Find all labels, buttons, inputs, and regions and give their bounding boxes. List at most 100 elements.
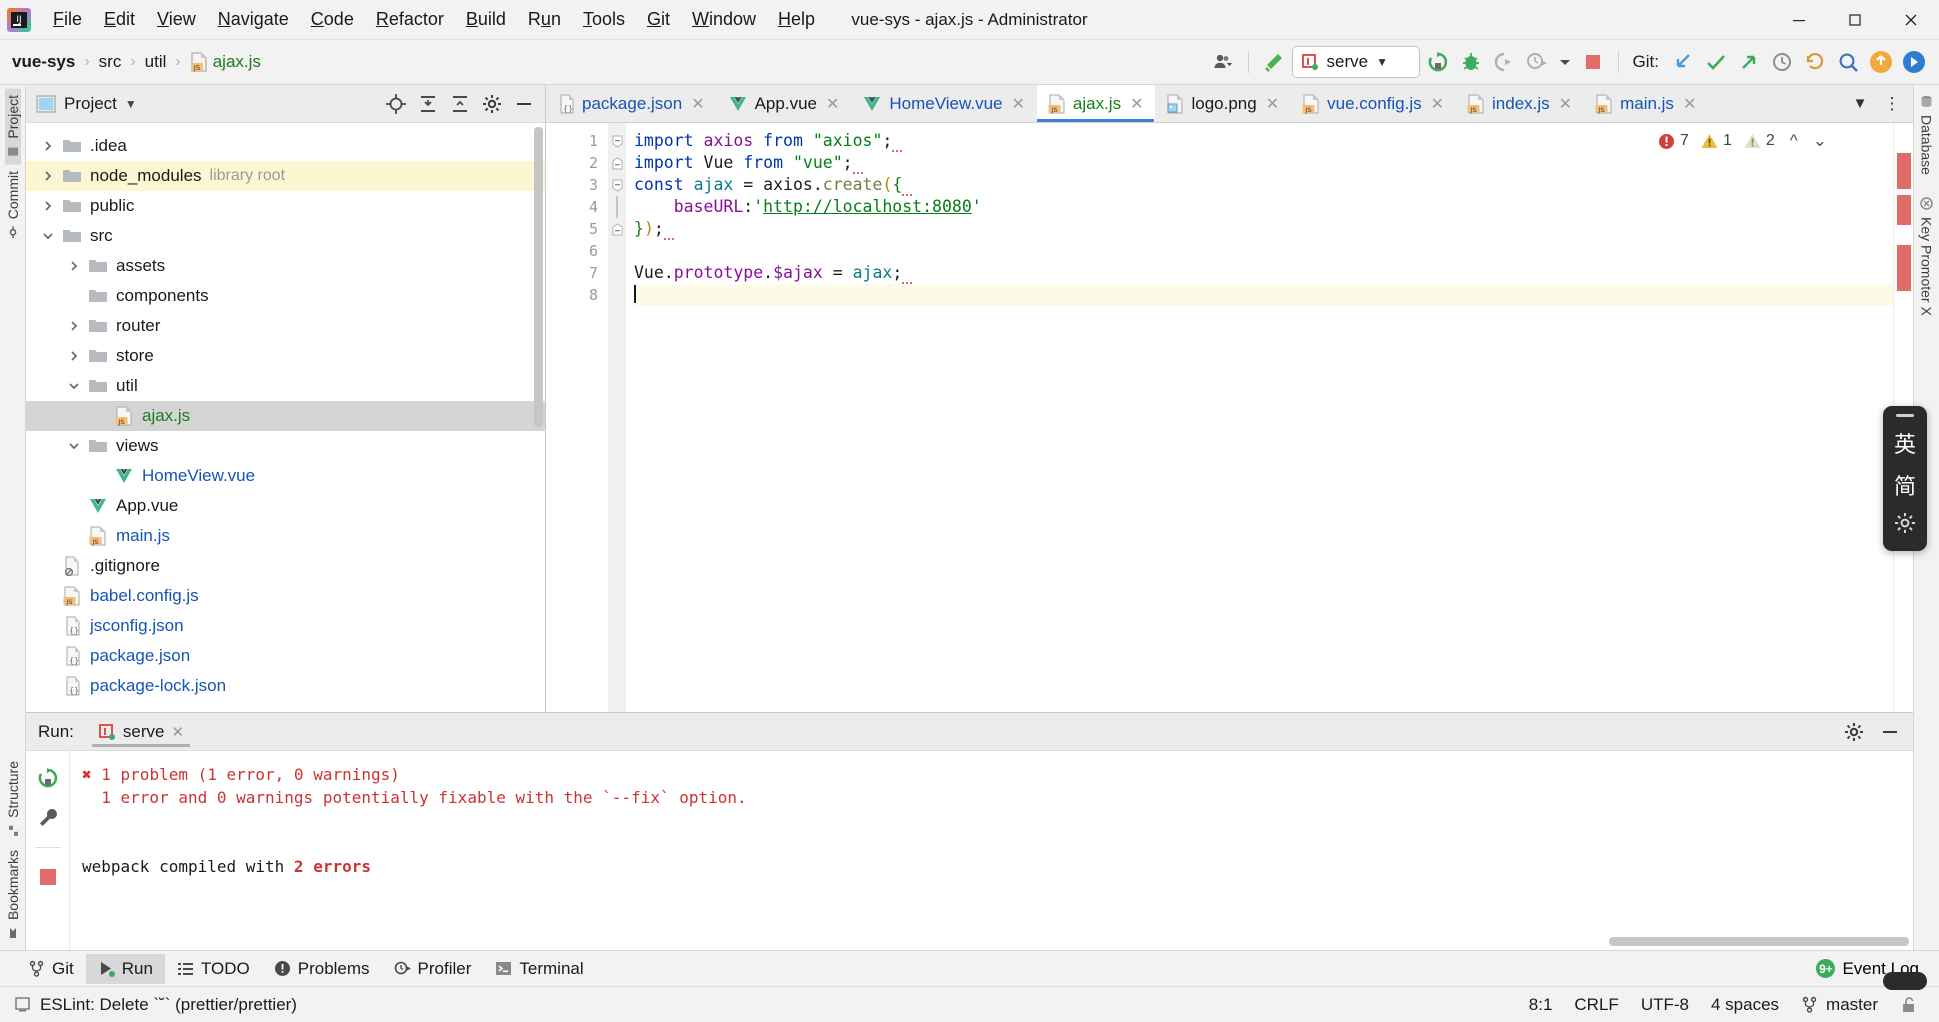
- bottom-tab-profiler[interactable]: Profiler: [382, 954, 484, 984]
- menu-item-view[interactable]: View: [146, 5, 207, 34]
- tree-row[interactable]: util: [26, 371, 545, 401]
- tree-row[interactable]: router: [26, 311, 545, 341]
- close-icon[interactable]: ✕: [1559, 94, 1572, 114]
- chevron-right-icon[interactable]: [36, 139, 60, 153]
- stop-icon[interactable]: [33, 862, 63, 892]
- locate-file-icon[interactable]: [381, 89, 411, 119]
- bottom-tab-todo[interactable]: TODO: [165, 954, 262, 984]
- notifications-icon[interactable]: [1866, 47, 1896, 77]
- tree-row[interactable]: HomeView.vue: [26, 461, 545, 491]
- expand-all-icon[interactable]: [413, 89, 443, 119]
- ime-drag-handle[interactable]: [1896, 414, 1914, 417]
- chevron-right-icon[interactable]: [62, 319, 86, 333]
- editor-tab[interactable]: JS main.js ✕: [1584, 85, 1708, 122]
- rollback-icon[interactable]: [1800, 47, 1830, 77]
- caret-position[interactable]: 8:1: [1529, 995, 1553, 1015]
- git-branch-widget[interactable]: master: [1801, 995, 1878, 1015]
- bottom-tab-terminal[interactable]: Terminal: [483, 954, 595, 984]
- tree-row[interactable]: App.vue: [26, 491, 545, 521]
- close-icon[interactable]: ✕: [826, 94, 839, 114]
- hide-panel-icon[interactable]: [1875, 717, 1905, 747]
- ime-language-label[interactable]: 英: [1894, 427, 1916, 459]
- menu-item-window[interactable]: Window: [681, 5, 767, 34]
- bottom-tab-problems[interactable]: Problems: [262, 954, 382, 984]
- settings-gear-icon[interactable]: [1839, 717, 1869, 747]
- history-icon[interactable]: [1767, 47, 1797, 77]
- ime-mode-label[interactable]: 简: [1894, 469, 1916, 501]
- tree-row[interactable]: assets: [26, 251, 545, 281]
- close-icon[interactable]: ✕: [172, 723, 185, 741]
- tree-row[interactable]: components: [26, 281, 545, 311]
- tree-row[interactable]: JS babel.config.js: [26, 581, 545, 611]
- commit-icon[interactable]: [1701, 47, 1731, 77]
- menu-item-refactor[interactable]: Refactor: [365, 5, 455, 34]
- editor-tab[interactable]: logo.png ✕: [1155, 85, 1291, 122]
- tool-window-bookmarks[interactable]: Bookmarks: [5, 844, 21, 946]
- settings-icon[interactable]: [477, 89, 507, 119]
- collapse-all-icon[interactable]: [445, 89, 475, 119]
- editor-tab[interactable]: HomeView.vue ✕: [851, 85, 1037, 122]
- tree-row[interactable]: {} package.json: [26, 641, 545, 671]
- breadcrumb-item-src[interactable]: src: [95, 50, 126, 74]
- console-scrollbar[interactable]: [1609, 937, 1909, 946]
- code-content[interactable]: 7 1 2 ^ ⌄ import axios from "axios"; imp…: [626, 123, 1893, 712]
- project-tree-scrollbar[interactable]: [534, 127, 543, 427]
- run-with-coverage-icon[interactable]: [1489, 47, 1519, 77]
- close-icon[interactable]: ✕: [1011, 94, 1024, 114]
- stripe-error-marker[interactable]: [1897, 245, 1911, 291]
- search-everywhere-icon[interactable]: [1833, 47, 1863, 77]
- build-hammer-icon[interactable]: [1259, 47, 1289, 77]
- rerun-icon[interactable]: [33, 763, 63, 793]
- menu-item-build[interactable]: Build: [455, 5, 517, 34]
- breadcrumb-item-file[interactable]: JS ajax.js: [186, 50, 265, 75]
- stripe-error-marker[interactable]: [1897, 153, 1911, 189]
- breadcrumb-item-project[interactable]: vue-sys: [8, 50, 79, 74]
- editor-tab[interactable]: {} package.json ✕: [546, 85, 717, 122]
- tool-window-database[interactable]: Database: [1919, 89, 1935, 181]
- run-icon[interactable]: [1423, 47, 1453, 77]
- update-project-icon[interactable]: [1668, 47, 1698, 77]
- tree-row[interactable]: src: [26, 221, 545, 251]
- chevron-right-icon[interactable]: [62, 349, 86, 363]
- run-configuration-selector[interactable]: serve ▼: [1291, 46, 1420, 78]
- maximize-button[interactable]: [1827, 0, 1883, 40]
- editor-tab[interactable]: JS ajax.js ✕: [1036, 85, 1156, 122]
- menu-item-run[interactable]: Run: [517, 5, 572, 34]
- code-folding-gutter[interactable]: [608, 123, 626, 712]
- editor-tab[interactable]: JS vue.config.js ✕: [1291, 85, 1456, 122]
- more-run-options-icon[interactable]: [1555, 47, 1575, 77]
- fold-marker[interactable]: [608, 218, 626, 240]
- fold-marker[interactable]: [608, 174, 626, 196]
- tool-window-structure[interactable]: Structure: [5, 755, 21, 844]
- tool-window-key-promoter[interactable]: Key Promoter X: [1919, 191, 1935, 322]
- user-accounts-icon[interactable]: [1208, 47, 1238, 77]
- tree-row[interactable]: {} package-lock.json: [26, 671, 545, 701]
- profiler-icon[interactable]: [1522, 47, 1552, 77]
- close-icon[interactable]: ✕: [1266, 94, 1279, 114]
- stop-icon[interactable]: [1578, 47, 1608, 77]
- fold-marker[interactable]: [608, 130, 626, 152]
- run-console-output[interactable]: ✖ 1 problem (1 error, 0 warnings) 1 erro…: [70, 751, 1913, 950]
- menu-item-edit[interactable]: Edit: [93, 5, 146, 34]
- previous-problem-icon[interactable]: ^: [1790, 131, 1798, 151]
- menu-item-help[interactable]: Help: [767, 5, 826, 34]
- stripe-error-marker[interactable]: [1897, 195, 1911, 225]
- tree-row[interactable]: node_modules library root: [26, 161, 545, 191]
- next-problem-icon[interactable]: ⌄: [1813, 131, 1827, 151]
- ime-floating-widget[interactable]: 英 简: [1883, 406, 1927, 551]
- push-icon[interactable]: [1734, 47, 1764, 77]
- debug-icon[interactable]: [1456, 47, 1486, 77]
- fold-marker[interactable]: [608, 152, 626, 174]
- wrench-icon[interactable]: [33, 803, 63, 833]
- menu-item-git[interactable]: Git: [636, 5, 681, 34]
- chevron-right-icon[interactable]: [62, 259, 86, 273]
- editor-tab[interactable]: App.vue ✕: [717, 85, 852, 122]
- more-options-icon[interactable]: ⋮: [1877, 89, 1907, 119]
- ime-settings-icon[interactable]: [1893, 511, 1917, 541]
- menu-item-navigate[interactable]: Navigate: [207, 5, 300, 34]
- close-button[interactable]: [1883, 0, 1939, 40]
- chevron-down-icon[interactable]: [62, 379, 86, 393]
- indent-setting[interactable]: 4 spaces: [1711, 995, 1779, 1015]
- menu-item-file[interactable]: FFileile: [42, 5, 93, 34]
- hide-panel-icon[interactable]: [509, 89, 539, 119]
